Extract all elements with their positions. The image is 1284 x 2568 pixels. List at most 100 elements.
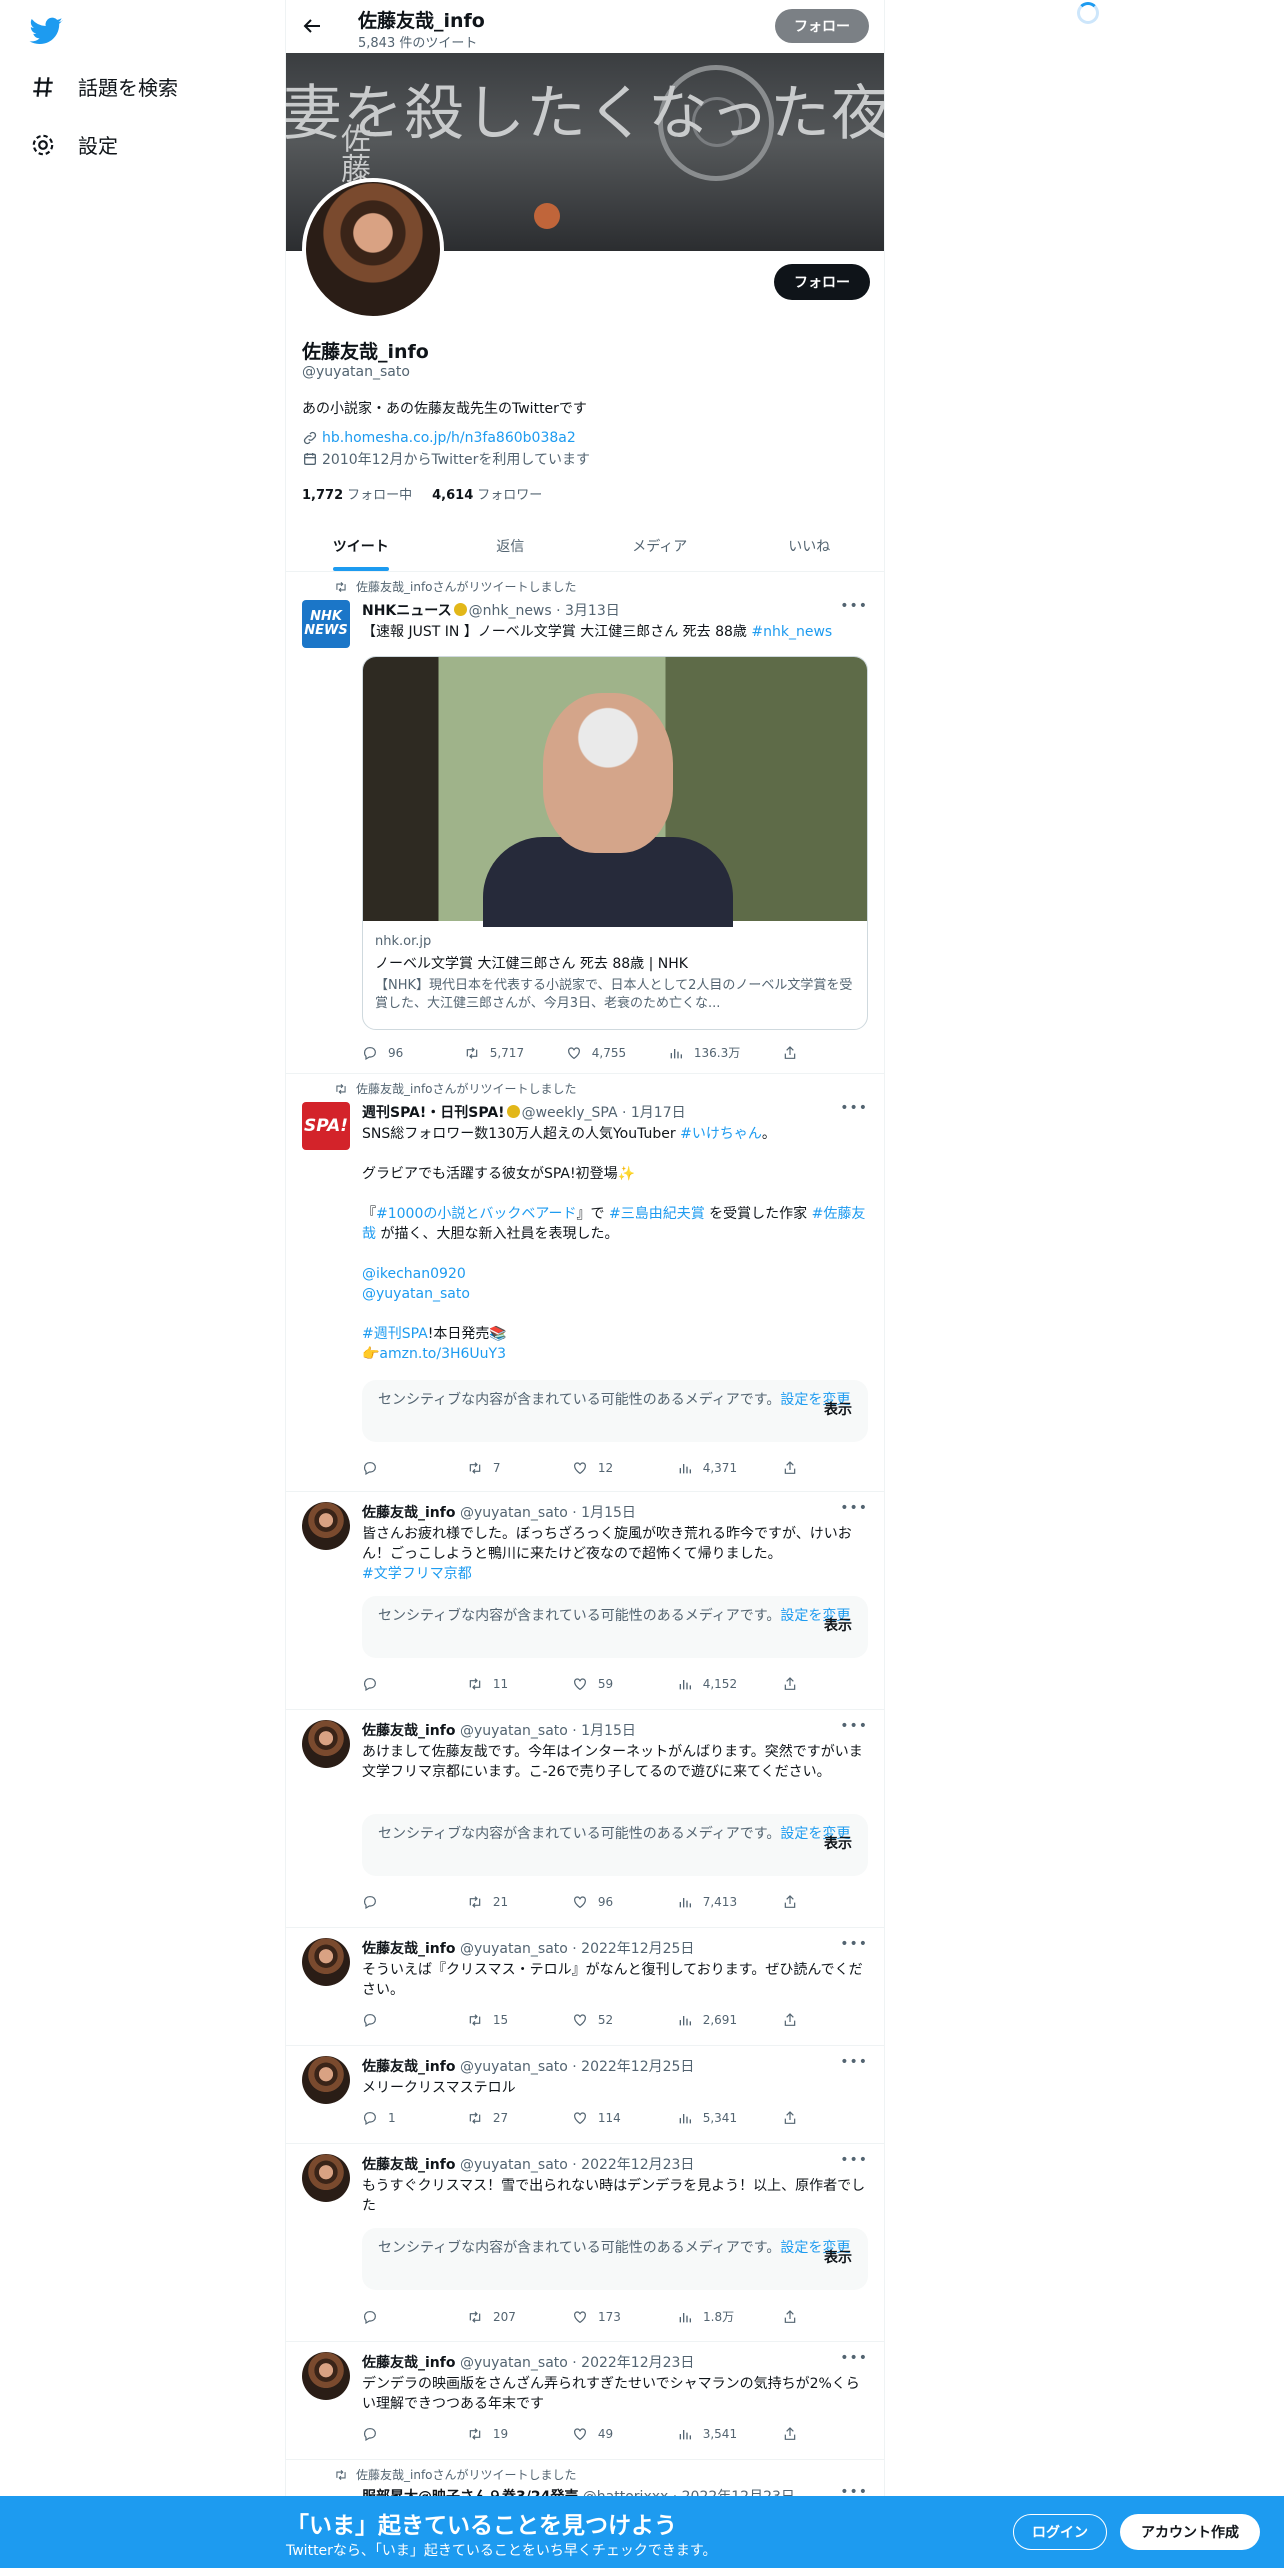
- retweet-button[interactable]: 11: [467, 1676, 527, 1692]
- show-media-button[interactable]: 表示: [824, 2248, 852, 2268]
- views-button[interactable]: 5,341: [677, 2110, 737, 2126]
- avatar[interactable]: NHK NEWS: [302, 600, 350, 648]
- link-card[interactable]: nhk.or.jp ノーベル文学賞 大江健三郎さん 死去 88歳 | NHK 【…: [362, 656, 868, 1030]
- views-button[interactable]: 7,413: [677, 1894, 737, 1910]
- profile-link-text[interactable]: hb.homesha.co.jp/h/n3fa860b038a2: [322, 430, 576, 446]
- more-icon[interactable]: •••: [840, 1936, 868, 1952]
- profile-link[interactable]: hb.homesha.co.jp/h/n3fa860b038a2: [302, 430, 576, 446]
- share-button[interactable]: [782, 1044, 802, 1061]
- hashtag-link[interactable]: #いけちゃん: [680, 1126, 762, 1142]
- more-icon[interactable]: •••: [840, 598, 868, 614]
- tweet[interactable]: 佐藤友哉_infoさんがリツイートしました SPA! 週刊SPA!・日刊SPA!…: [286, 1074, 884, 1492]
- tab-tweets[interactable]: ツイート: [286, 520, 436, 571]
- login-button[interactable]: ログイン: [1013, 2514, 1107, 2550]
- follow-button[interactable]: フォロー: [774, 264, 870, 300]
- retweet-button[interactable]: 15: [467, 2012, 527, 2028]
- hashtag-link[interactable]: #文学フリマ京都: [362, 1566, 472, 1582]
- tweet[interactable]: 佐藤友哉_info @yuyatan_sato · 2022年12月25日 ••…: [286, 1928, 884, 2046]
- like-button[interactable]: 12: [572, 1460, 632, 1476]
- retweet-button[interactable]: 19: [467, 2426, 527, 2442]
- avatar[interactable]: [302, 1502, 350, 1550]
- reply-button[interactable]: [362, 2426, 422, 2442]
- tweet[interactable]: 佐藤友哉_infoさんがリツイートしました NHK NEWS NHKニュース @nh…: [286, 572, 884, 1074]
- reply-button[interactable]: [362, 2308, 422, 2325]
- like-button[interactable]: 114: [572, 2110, 632, 2126]
- like-button[interactable]: 49: [572, 2426, 632, 2442]
- back-arrow-icon[interactable]: [300, 14, 324, 38]
- like-button[interactable]: 4,755: [566, 1044, 626, 1061]
- retweet-button[interactable]: 207: [467, 2308, 527, 2325]
- more-icon[interactable]: •••: [840, 2350, 868, 2366]
- tweet-author[interactable]: 週刊SPA!・日刊SPA!: [362, 1105, 505, 1121]
- views-button[interactable]: 1.8万: [677, 2308, 737, 2325]
- avatar[interactable]: [302, 1938, 350, 1986]
- followers-link[interactable]: 4,614 フォロワー: [432, 484, 542, 503]
- show-media-button[interactable]: 表示: [824, 1400, 852, 1420]
- tweet-author[interactable]: NHKニュース: [362, 603, 452, 619]
- like-button[interactable]: 173: [572, 2308, 632, 2325]
- tweet-author[interactable]: 佐藤友哉_info: [362, 2157, 455, 2173]
- views-button[interactable]: 2,691: [677, 2012, 737, 2028]
- hashtag-link[interactable]: #1000の小説とバックベアード: [376, 1206, 577, 1222]
- share-button[interactable]: [782, 2308, 802, 2325]
- nav-explore[interactable]: 話題を検索: [30, 72, 178, 101]
- tab-media[interactable]: メディア: [585, 520, 735, 571]
- more-icon[interactable]: •••: [840, 2054, 868, 2070]
- following-link[interactable]: 1,772 フォロー中: [302, 484, 412, 503]
- url-link[interactable]: 👉amzn.to/3H6UuY3: [362, 1344, 868, 1364]
- show-media-button[interactable]: 表示: [824, 1834, 852, 1854]
- retweet-button[interactable]: 5,717: [464, 1044, 524, 1061]
- retweet-button[interactable]: 21: [467, 1894, 527, 1910]
- share-button[interactable]: [782, 2012, 802, 2028]
- more-icon[interactable]: •••: [840, 1718, 868, 1734]
- mention-link[interactable]: @yuyatan_sato: [362, 1284, 868, 1304]
- reply-button[interactable]: [362, 1676, 422, 1692]
- more-icon[interactable]: •••: [840, 1100, 868, 1116]
- hashtag-link[interactable]: #三島由紀夫賞: [609, 1206, 705, 1222]
- like-button[interactable]: 52: [572, 2012, 632, 2028]
- avatar[interactable]: SPA!: [302, 1102, 350, 1150]
- share-button[interactable]: [782, 2426, 802, 2442]
- hashtag-link[interactable]: #nhk_news: [751, 624, 832, 640]
- tweet[interactable]: 佐藤友哉_info @yuyatan_sato · 2022年12月25日 ••…: [286, 2046, 884, 2144]
- tab-likes[interactable]: いいね: [735, 520, 885, 571]
- profile-avatar[interactable]: [302, 178, 444, 320]
- avatar[interactable]: [302, 2352, 350, 2400]
- tweet-author[interactable]: 佐藤友哉_info: [362, 1505, 455, 1521]
- views-button[interactable]: 136.3万: [668, 1044, 740, 1061]
- retweet-button[interactable]: 7: [467, 1460, 527, 1476]
- views-button[interactable]: 4,371: [677, 1460, 737, 1476]
- tweet[interactable]: 佐藤友哉_info @yuyatan_sato · 2022年12月23日 ••…: [286, 2342, 884, 2460]
- retweet-button[interactable]: 27: [467, 2110, 527, 2126]
- like-button[interactable]: 59: [572, 1676, 632, 1692]
- tweet-author[interactable]: 佐藤友哉_info: [362, 1941, 455, 1957]
- reply-button[interactable]: 96: [362, 1044, 422, 1061]
- nav-settings[interactable]: 設定: [30, 130, 118, 159]
- tweet-author[interactable]: 佐藤友哉_info: [362, 2355, 455, 2371]
- show-media-button[interactable]: 表示: [824, 1616, 852, 1636]
- share-button[interactable]: [782, 1460, 802, 1476]
- tweet[interactable]: 佐藤友哉_info @yuyatan_sato · 1月15日 ••• あけまし…: [286, 1710, 884, 1928]
- share-button[interactable]: [782, 1676, 802, 1692]
- share-button[interactable]: [782, 1894, 802, 1910]
- reply-button[interactable]: [362, 1894, 422, 1910]
- like-button[interactable]: 96: [572, 1894, 632, 1910]
- hashtag-link[interactable]: #週刊SPA: [362, 1326, 428, 1342]
- reply-button[interactable]: [362, 2012, 422, 2028]
- twitter-logo-icon[interactable]: [28, 14, 64, 50]
- avatar[interactable]: [302, 2056, 350, 2104]
- avatar[interactable]: [302, 2154, 350, 2202]
- reply-button[interactable]: 1: [362, 2110, 422, 2126]
- reply-button[interactable]: [362, 1460, 422, 1476]
- share-button[interactable]: [782, 2110, 802, 2126]
- views-button[interactable]: 4,152: [677, 1676, 737, 1692]
- mention-link[interactable]: @ikechan0920: [362, 1264, 868, 1284]
- tab-replies[interactable]: 返信: [436, 520, 586, 571]
- tweet[interactable]: 佐藤友哉_info @yuyatan_sato · 2022年12月23日 ••…: [286, 2144, 884, 2342]
- more-icon[interactable]: •••: [840, 1500, 868, 1516]
- views-button[interactable]: 3,541: [677, 2426, 737, 2442]
- avatar[interactable]: [302, 1720, 350, 1768]
- signup-button[interactable]: アカウント作成: [1120, 2514, 1260, 2550]
- tweet[interactable]: 佐藤友哉_info @yuyatan_sato · 1月15日 ••• 皆さんお…: [286, 1492, 884, 1710]
- tweet-author[interactable]: 佐藤友哉_info: [362, 1723, 455, 1739]
